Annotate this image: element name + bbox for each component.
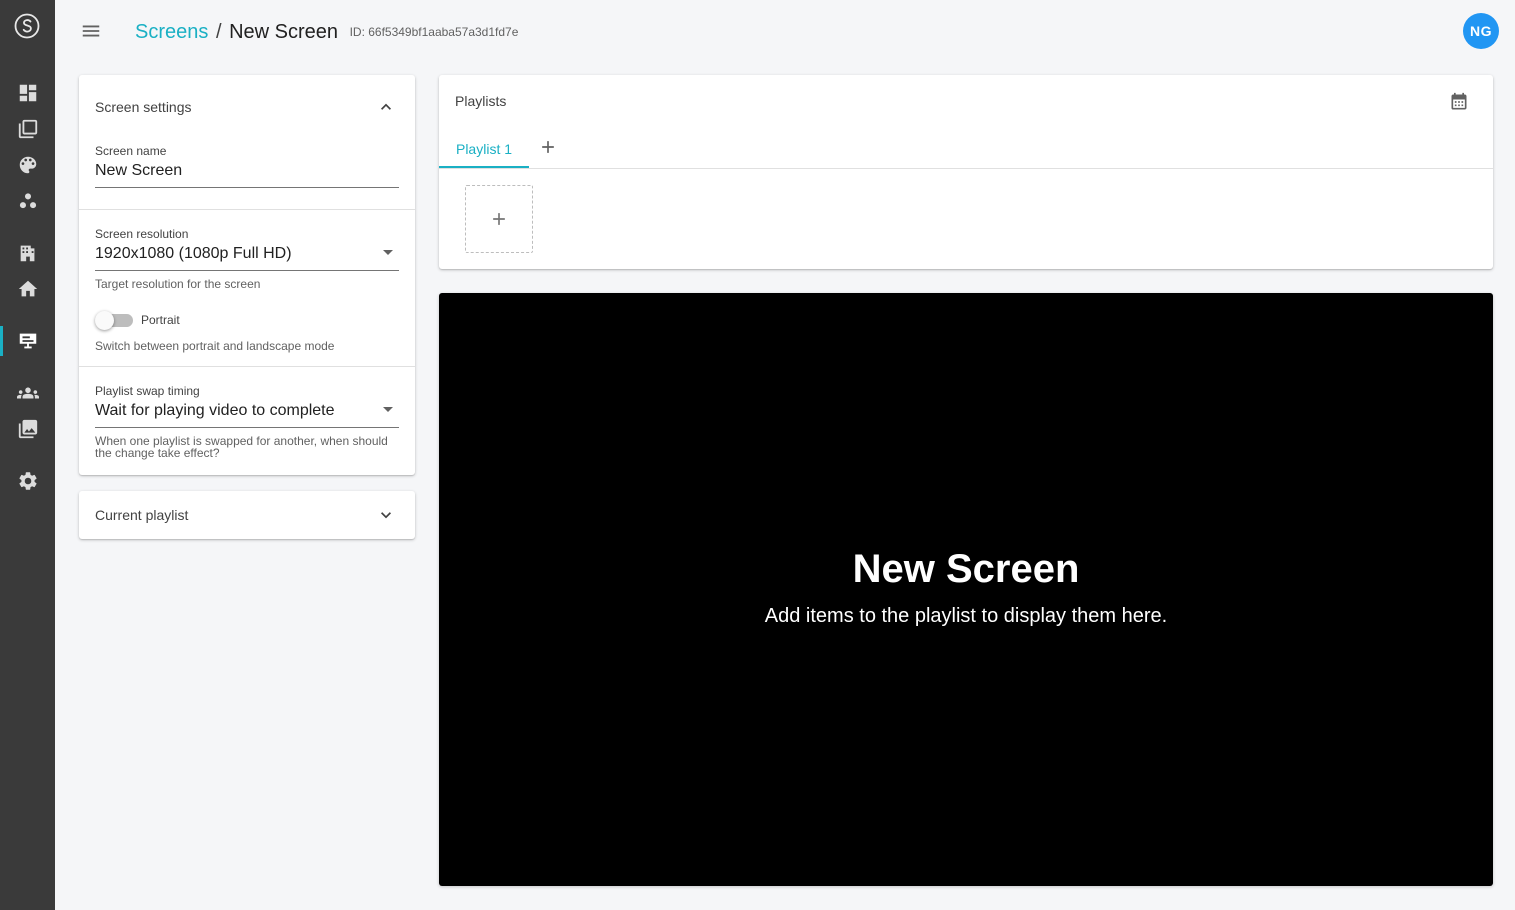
avatar[interactable]: NG (1463, 13, 1499, 49)
schedule-button[interactable] (1449, 92, 1469, 112)
sidebar-item-media[interactable] (0, 414, 55, 444)
collapse-settings-button[interactable] (376, 97, 396, 117)
screen-resolution-hint: Target resolution for the screen (95, 277, 261, 291)
screen-resolution-value: 1920x1080 (1080p Full HD) (95, 245, 292, 262)
add-playlist-item-button[interactable] (465, 185, 533, 253)
playlists-title: Playlists (455, 93, 507, 109)
breadcrumb: Screens / New Screen ID: 66f5349bf1aaba5… (135, 20, 518, 44)
portrait-label: Portrait (141, 313, 180, 327)
sidebar-item-groups[interactable] (0, 186, 55, 216)
plus-icon (542, 141, 554, 153)
portrait-hint: Switch between portrait and landscape mo… (95, 339, 335, 353)
portrait-toggle[interactable] (95, 311, 133, 330)
divider (79, 366, 415, 367)
screen-resolution-select[interactable]: 1920x1080 (1080p Full HD) (95, 244, 399, 271)
bubble-chart-icon (19, 193, 36, 209)
sidebar-item-screens[interactable] (0, 326, 55, 356)
chevron-down-icon (381, 512, 391, 519)
menu-button[interactable] (80, 20, 102, 42)
screen-name-input[interactable]: New Screen (95, 161, 399, 188)
screen-settings-title: Screen settings (95, 99, 192, 115)
screen-preview: New Screen Add items to the playlist to … (439, 293, 1493, 886)
toggle-knob (95, 311, 114, 330)
current-playlist-title: Current playlist (95, 507, 189, 523)
breadcrumb-separator: / (215, 21, 222, 43)
collections-icon (18, 119, 37, 139)
divider (79, 209, 415, 210)
dropdown-arrow-icon (383, 407, 393, 412)
screen-sign-icon (19, 333, 36, 349)
preview-subtitle: Add items to the playlist to display the… (764, 605, 1168, 627)
screen-id: ID: 66f5349bf1aaba57a3d1fd7e (349, 25, 519, 39)
home-icon (18, 280, 37, 297)
dashboard-icon (19, 84, 36, 102)
current-playlist-card[interactable]: Current playlist (79, 491, 415, 539)
add-playlist-button[interactable] (538, 137, 558, 157)
screen-resolution-label: Screen resolution (95, 227, 189, 241)
sidebar-item-collections[interactable] (0, 114, 55, 144)
brand-s-logo-icon[interactable] (14, 13, 40, 39)
screen-settings-card: Screen settings Screen name New Screen S… (79, 75, 415, 475)
page-title: New Screen (229, 21, 338, 43)
palette-icon (19, 156, 36, 174)
playlist-swap-value: Wait for playing video to complete (95, 402, 335, 419)
sidebar-item-dashboard[interactable] (0, 78, 55, 108)
building-icon (20, 245, 34, 262)
screen-name-label: Screen name (95, 144, 167, 158)
chevron-up-icon (381, 103, 391, 110)
sidebar-item-users[interactable] (0, 378, 55, 408)
playlist-swap-select[interactable]: Wait for playing video to complete (95, 401, 399, 428)
expand-current-playlist-button[interactable] (376, 505, 396, 525)
sidebar-item-settings[interactable] (0, 466, 55, 496)
preview-title: New Screen (852, 547, 1080, 591)
playlist-swap-hint: When one playlist is swapped for another… (95, 434, 388, 460)
tabs-divider (439, 168, 1493, 169)
sidebar-item-buildings[interactable] (0, 238, 55, 268)
sidebar-item-home[interactable] (0, 274, 55, 304)
playlists-card: Playlists Playlist 1 (439, 75, 1493, 269)
breadcrumb-link-screens[interactable]: Screens (135, 21, 208, 43)
sidebar-item-themes[interactable] (0, 150, 55, 180)
playlist-swap-label: Playlist swap timing (95, 384, 200, 398)
plus-icon (493, 213, 505, 225)
photo-library-icon (18, 419, 37, 439)
people-icon (16, 387, 39, 399)
calendar-icon (1451, 92, 1467, 110)
settings-icon (18, 472, 37, 490)
sidebar (0, 0, 55, 910)
dropdown-arrow-icon (383, 250, 393, 255)
tab-playlist-1[interactable]: Playlist 1 (439, 131, 529, 168)
hamburger-menu-icon (82, 25, 100, 37)
